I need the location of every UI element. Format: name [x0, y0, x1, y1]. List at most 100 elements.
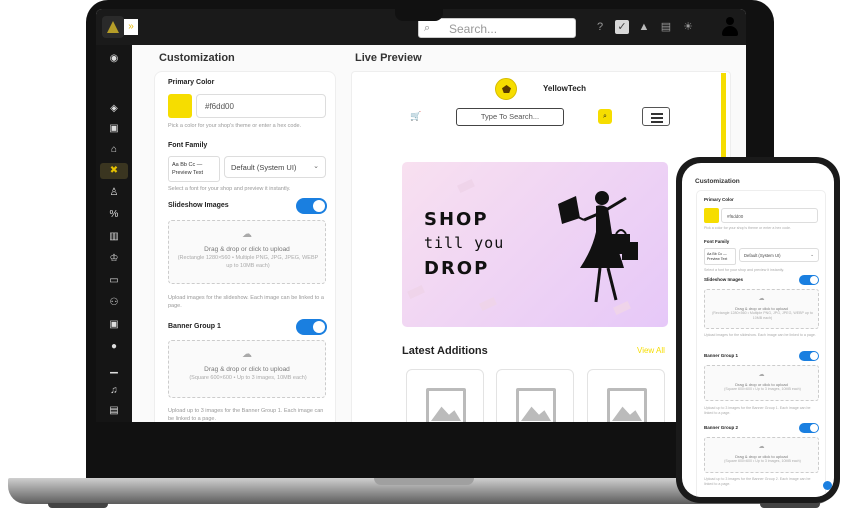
phone-color-swatch[interactable]: [704, 208, 719, 223]
banner-headline-3: DROP: [424, 258, 490, 279]
phone-slideshow-toggle[interactable]: [799, 275, 819, 285]
bell-icon[interactable]: ♫: [106, 383, 122, 399]
phone-slideshow-label: Slideshow Images: [704, 277, 744, 282]
percent-icon[interactable]: %: [106, 207, 122, 223]
customization-title: Customization: [159, 52, 235, 64]
phone-font-preview: Aa Bb Cc — Preview Text: [704, 248, 736, 265]
hero-banner[interactable]: SHOP till you DROP: [402, 162, 668, 327]
cart-icon[interactable]: 🛒: [410, 111, 421, 122]
product-card[interactable]: [406, 369, 484, 422]
customization-panel: Primary Color #f6dd00 Pick a color for y…: [154, 71, 336, 422]
phone-hex-color-input[interactable]: #f6dd00: [721, 208, 818, 223]
sidebar-toggle-button[interactable]: »: [124, 19, 138, 35]
truck-icon[interactable]: ▭: [106, 273, 122, 289]
phone-banner-group-1-toggle[interactable]: [799, 351, 819, 361]
network-icon[interactable]: ⚇: [106, 295, 122, 311]
font-family-value: Default (System UI): [231, 163, 297, 172]
dropzone-hint: (Square 600×600 • Up to 3 images, 10MB e…: [189, 375, 307, 381]
banner-group-1-toggle[interactable]: [296, 319, 327, 335]
banner-group-1-dropzone[interactable]: ☁ Drag & drop or click to upload (Square…: [168, 340, 326, 398]
dropzone-hint: (Rectangle 1280×560 • Multiple PNG, JPG,…: [177, 255, 319, 269]
theme-sun-icon[interactable]: ☀: [681, 20, 695, 34]
main-content: Customization Live Preview Primary Color…: [132, 45, 746, 422]
font-family-label: Font Family: [168, 142, 208, 149]
phone-banner-group-1-dropzone[interactable]: ☁ Drag & drop or click to upload (Square…: [704, 365, 819, 401]
user-avatar[interactable]: [722, 17, 738, 37]
customize-icon[interactable]: ✖: [100, 163, 128, 179]
preview-search-input[interactable]: Type To Search...: [456, 108, 564, 126]
laptop-foot-left: [48, 503, 108, 508]
product-card[interactable]: [496, 369, 574, 422]
document-icon[interactable]: ▤: [106, 403, 122, 419]
upload-cloud-icon: ☁: [242, 349, 252, 360]
laptop-base-groove: [374, 478, 474, 485]
upload-cloud-icon: ☁: [758, 296, 765, 302]
signal-icon[interactable]: ▁: [106, 361, 122, 377]
money-bill-decoration: [479, 296, 497, 312]
phone-banner-group-2-toggle[interactable]: [799, 423, 819, 433]
crown-icon[interactable]: ♔: [106, 251, 122, 267]
layers-icon[interactable]: ◈: [106, 101, 122, 117]
chevron-down-icon: ⌄: [810, 252, 814, 257]
users-icon[interactable]: ♙: [106, 185, 122, 201]
hamburger-menu-button[interactable]: [642, 107, 670, 126]
banner-headline-2: till you: [424, 234, 505, 252]
apps-icon[interactable]: ●: [106, 339, 122, 355]
phone-font-family-select[interactable]: Default (System UI) ⌄: [739, 248, 819, 262]
primary-color-help: Pick a color for your shop's theme or en…: [168, 123, 302, 129]
phone-banner-group-2-dropzone[interactable]: ☁ Drag & drop or click to upload (Square…: [704, 437, 819, 473]
phone-banner-group-1-help: Upload up to 3 images for the Banner Gro…: [704, 406, 811, 415]
slideshow-help: Upload images for the slideshow. Each im…: [168, 295, 324, 309]
phone-slideshow-dropzone[interactable]: ☁ Drag & drop or click to upload (Rectan…: [704, 289, 819, 329]
phone-font-family-label: Font Family: [704, 239, 730, 244]
laptop-foot-right: [760, 503, 820, 508]
phone-primary-color-help: Pick a color for your shop's theme or en…: [704, 226, 791, 230]
phone-customization-panel: Primary Color #f6dd00 Pick a color for y…: [696, 190, 826, 497]
help-icon[interactable]: ?: [593, 20, 607, 34]
view-all-link[interactable]: View All: [637, 346, 665, 355]
live-preview-title: Live Preview: [355, 52, 422, 64]
phone-screen: Customization Primary Color #f6dd00 Pick…: [682, 163, 834, 497]
wallet-icon[interactable]: ▣: [106, 317, 122, 333]
banner-group-1-label: Banner Group 1: [168, 323, 221, 330]
phone-primary-color-label: Primary Color: [704, 197, 734, 202]
app-logo[interactable]: [102, 16, 124, 38]
slideshow-toggle[interactable]: [296, 198, 327, 214]
font-preview: Aa Bb Cc — Preview Text: [168, 156, 220, 182]
document-icon[interactable]: ▤: [659, 20, 673, 34]
chevron-down-icon: ⌄: [313, 163, 319, 170]
bag-icon[interactable]: ⌂: [106, 142, 122, 158]
phone-dropzone-hint: (Rectangle 1280×560 • Multiple PNG, JPG,…: [712, 311, 813, 320]
color-swatch[interactable]: [168, 94, 192, 118]
checklist-icon[interactable]: ✓: [615, 20, 629, 34]
device-mockup: » ⌕ Search... ? ✓ ▲ ▤ ☀ ◉ ◈ ▣ ⌂ ✖ ♙ % ▥ …: [0, 0, 842, 512]
phone-font-family-help: Select a font for your shop and preview …: [704, 268, 785, 272]
phone-banner-group-2-help: Upload up to 3 images for the Banner Gro…: [704, 477, 811, 486]
slideshow-dropzone[interactable]: ☁ Drag & drop or click to upload (Rectan…: [168, 220, 326, 284]
search-input[interactable]: ⌕ Search...: [418, 18, 576, 38]
scroll-top-button[interactable]: [823, 481, 832, 490]
phone-font-family-value: Default (System UI): [744, 253, 781, 258]
dropzone-title: Drag & drop or click to upload: [204, 246, 290, 253]
search-icon[interactable]: ⌕: [598, 109, 612, 124]
primary-color-label: Primary Color: [168, 79, 215, 86]
coupon-icon[interactable]: ▥: [106, 229, 122, 245]
live-preview-panel: YellowTech 🛒 Type To Search... ⌕ SHOP ti…: [351, 71, 731, 422]
phone-dropzone-hint: (Square 600×600 • Up to 3 images, 10MB e…: [724, 459, 801, 463]
banner-group-1-help: Upload up to 3 images for the Banner Gro…: [168, 408, 324, 422]
shopping-woman-silhouette: [558, 191, 638, 303]
dashboard-icon[interactable]: ◉: [106, 51, 122, 67]
bell-icon[interactable]: ▲: [637, 20, 651, 34]
hex-color-input[interactable]: #f6dd00: [196, 94, 326, 118]
box-icon[interactable]: ▣: [106, 121, 122, 137]
latest-additions-title: Latest Additions: [402, 345, 488, 357]
product-card[interactable]: [587, 369, 665, 422]
brand-name: YellowTech: [543, 84, 586, 93]
phone-customization-title: Customization: [695, 178, 740, 185]
upload-cloud-icon: ☁: [242, 229, 252, 240]
phone-dropzone-hint: (Square 600×600 • Up to 3 images, 10MB e…: [724, 387, 801, 391]
phone-slideshow-help: Upload images for the slideshow. Each im…: [704, 333, 816, 337]
brand-logo: [495, 78, 517, 100]
font-family-select[interactable]: Default (System UI) ⌄: [224, 156, 326, 178]
search-placeholder: Search...: [449, 22, 498, 36]
